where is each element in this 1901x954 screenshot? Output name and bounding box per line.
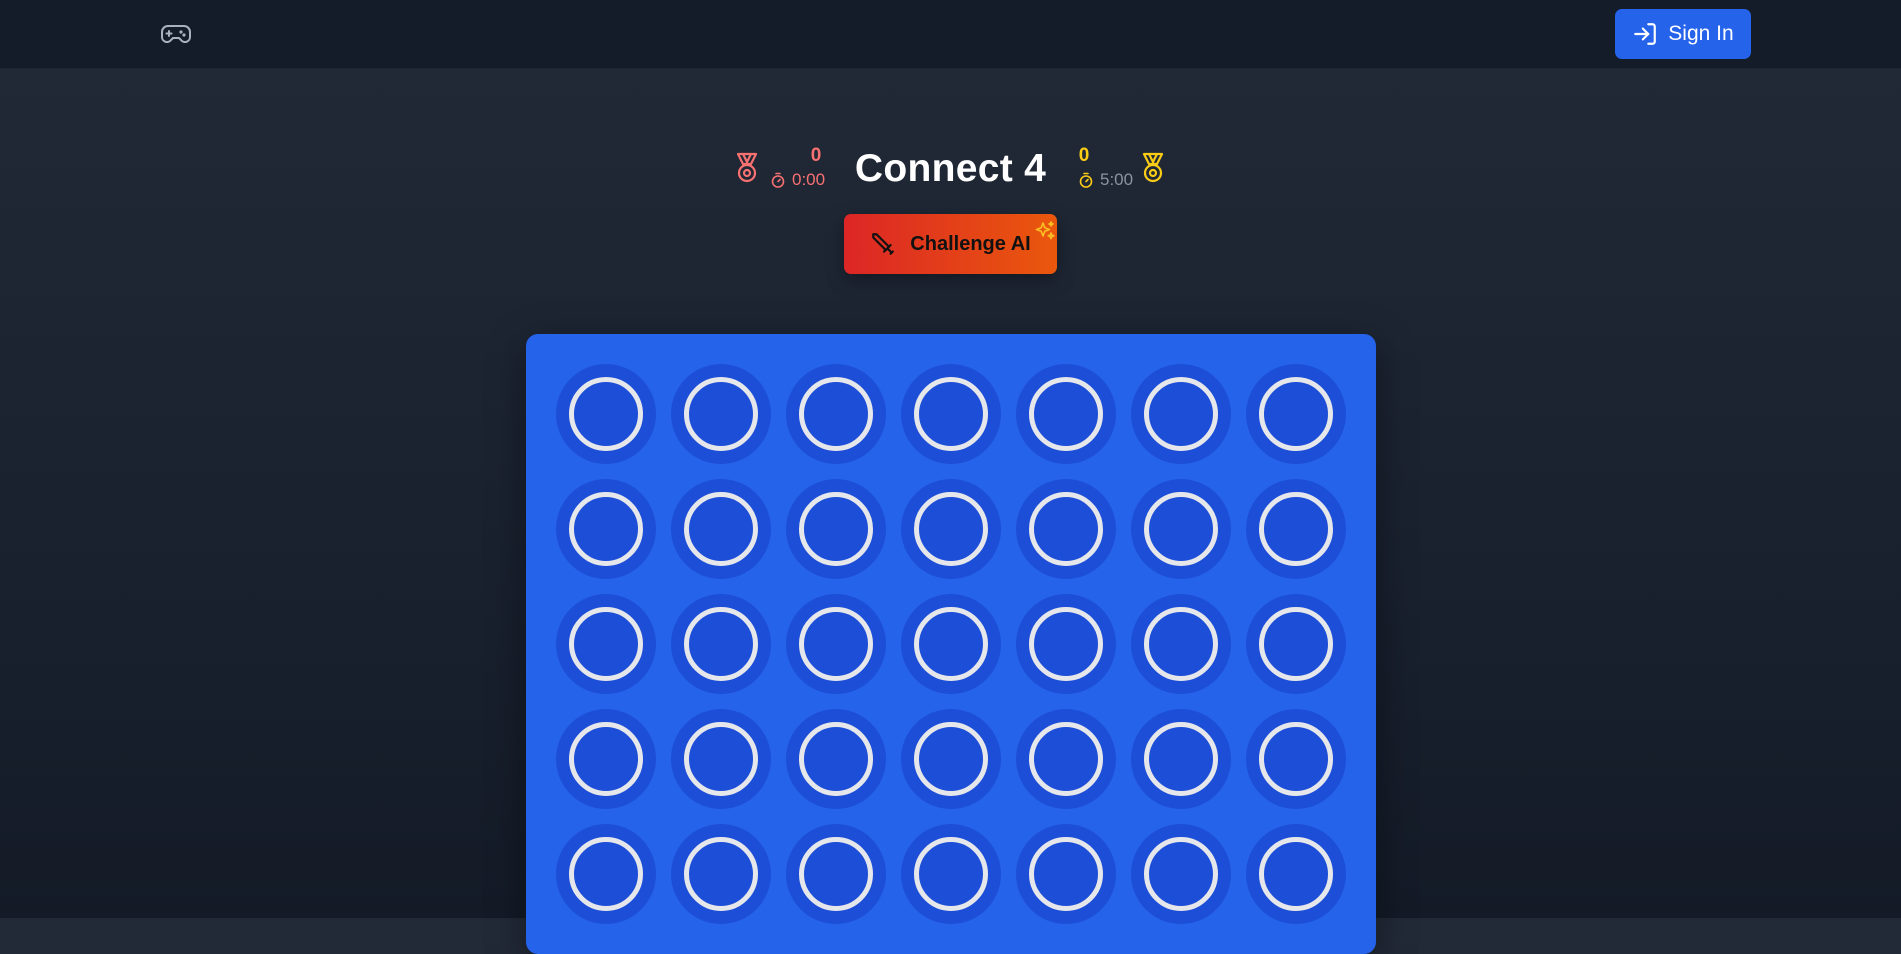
board-cell[interactable] xyxy=(901,594,1001,694)
board-cell[interactable] xyxy=(671,364,771,464)
board-hole-empty xyxy=(914,837,988,911)
board-hole-empty xyxy=(684,492,758,566)
sign-in-button[interactable]: Sign In xyxy=(1615,9,1751,59)
sparkles-icon xyxy=(1034,220,1056,242)
board-cell[interactable] xyxy=(556,479,656,579)
board-hole-empty xyxy=(569,837,643,911)
board-cell[interactable] xyxy=(901,709,1001,809)
board-hole-empty xyxy=(914,492,988,566)
board-hole-empty xyxy=(569,722,643,796)
page-title: Connect 4 xyxy=(854,147,1047,190)
board-cell[interactable] xyxy=(671,824,771,924)
red-player-score: 0 xyxy=(810,145,822,166)
yellow-timer-text: 5:00 xyxy=(1100,170,1134,189)
board-cell[interactable] xyxy=(556,709,656,809)
board-cell[interactable] xyxy=(1131,479,1231,579)
board-cell[interactable] xyxy=(671,479,771,579)
board-cell[interactable] xyxy=(556,364,656,464)
board-cell[interactable] xyxy=(786,479,886,579)
board-cell[interactable] xyxy=(1016,709,1116,809)
board-cell[interactable] xyxy=(1246,364,1346,464)
board-cell[interactable] xyxy=(1131,709,1231,809)
gamepad-icon[interactable] xyxy=(160,20,192,48)
board-hole-empty xyxy=(1029,377,1103,451)
yellow-player-score: 0 xyxy=(1078,145,1090,166)
board-hole-empty xyxy=(1144,722,1218,796)
board-cell[interactable] xyxy=(1016,364,1116,464)
sign-in-label: Sign In xyxy=(1668,22,1734,45)
board-cell[interactable] xyxy=(556,824,656,924)
board-hole-empty xyxy=(1029,607,1103,681)
board-hole-empty xyxy=(1259,722,1333,796)
top-navbar: Sign In xyxy=(0,0,1901,69)
board-cell[interactable] xyxy=(786,824,886,924)
board-hole-empty xyxy=(684,377,758,451)
medal-icon xyxy=(1139,152,1167,184)
yellow-player-timer: 5:00 xyxy=(1078,170,1133,190)
board-cell[interactable] xyxy=(1131,594,1231,694)
board-cell[interactable] xyxy=(1246,709,1346,809)
board-cell[interactable] xyxy=(671,594,771,694)
board-hole-empty xyxy=(1144,607,1218,681)
board-hole-empty xyxy=(569,492,643,566)
board-cell[interactable] xyxy=(1246,594,1346,694)
board-hole-empty xyxy=(1029,492,1103,566)
board-hole-empty xyxy=(914,722,988,796)
sword-icon xyxy=(870,231,896,257)
board-cell[interactable] xyxy=(1131,824,1231,924)
board-hole-empty xyxy=(684,837,758,911)
board-hole-empty xyxy=(1259,492,1333,566)
board-cell[interactable] xyxy=(786,709,886,809)
board-hole-empty xyxy=(684,722,758,796)
board-hole-empty xyxy=(1259,377,1333,451)
board-cell[interactable] xyxy=(556,594,656,694)
board-hole-empty xyxy=(1259,607,1333,681)
board-cell[interactable] xyxy=(1131,364,1231,464)
stopwatch-icon xyxy=(770,172,786,188)
board-cell[interactable] xyxy=(1016,824,1116,924)
board-hole-empty xyxy=(799,607,873,681)
board-cell[interactable] xyxy=(901,364,1001,464)
board-cell[interactable] xyxy=(786,594,886,694)
board-hole-empty xyxy=(684,607,758,681)
board-hole-empty xyxy=(1029,837,1103,911)
red-timer-text: 0:00 xyxy=(792,170,826,189)
board-hole-empty xyxy=(799,837,873,911)
board-cell[interactable] xyxy=(901,479,1001,579)
board-cell[interactable] xyxy=(671,709,771,809)
board-cell[interactable] xyxy=(901,824,1001,924)
medal-icon xyxy=(733,152,761,184)
board-hole-empty xyxy=(799,722,873,796)
board-hole-empty xyxy=(1144,377,1218,451)
board-hole-empty xyxy=(569,377,643,451)
board-hole-empty xyxy=(1029,722,1103,796)
board-cell[interactable] xyxy=(786,364,886,464)
game-board xyxy=(526,334,1376,954)
board-hole-empty xyxy=(799,377,873,451)
board-hole-empty xyxy=(799,492,873,566)
board-cell[interactable] xyxy=(1016,479,1116,579)
challenge-ai-label: Challenge AI xyxy=(910,232,1031,255)
score-header: 0 0:00 Connect 4 0 5:00 xyxy=(0,140,1901,200)
board-hole-empty xyxy=(1144,837,1218,911)
board-hole-empty xyxy=(1259,837,1333,911)
board-hole-empty xyxy=(569,607,643,681)
board-hole-empty xyxy=(914,607,988,681)
stopwatch-icon xyxy=(1078,172,1094,188)
red-player-timer: 0:00 xyxy=(770,170,825,190)
board-cell[interactable] xyxy=(1246,824,1346,924)
board-hole-empty xyxy=(1144,492,1218,566)
challenge-ai-button[interactable]: Challenge AI xyxy=(844,214,1057,274)
login-arrow-icon xyxy=(1632,21,1658,47)
board-cell[interactable] xyxy=(1246,479,1346,579)
board-hole-empty xyxy=(914,377,988,451)
board-cell[interactable] xyxy=(1016,594,1116,694)
